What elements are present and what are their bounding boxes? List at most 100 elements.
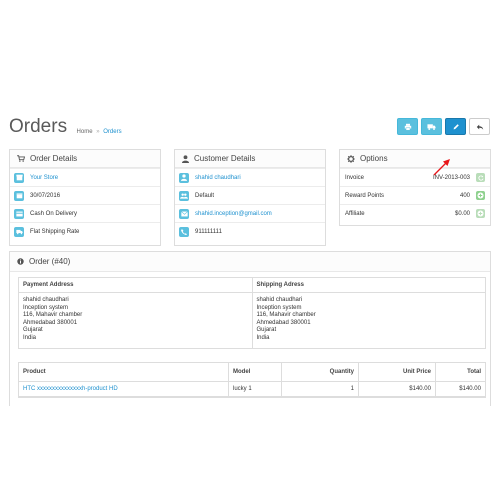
envelope-icon (179, 208, 189, 219)
product-unit-price: $140.00 (359, 382, 436, 396)
column-total: Total (467, 369, 481, 375)
shipping-address: shahid chaudhari Inception system 116, M… (253, 293, 486, 348)
customer-group: Default (195, 192, 215, 199)
address-line: shahid chaudhari (256, 297, 303, 303)
generate-invoice-button[interactable] (476, 173, 485, 182)
address-line: Ahmedabad 380001 (256, 319, 311, 326)
phone-row: 911111111 (175, 222, 325, 240)
store-row: Your Store (10, 168, 160, 186)
edit-button[interactable] (445, 118, 466, 135)
breadcrumb-home[interactable]: Home (77, 129, 93, 135)
payment-method: Cash On Delivery (30, 210, 78, 217)
user-icon (179, 172, 189, 183)
gear-icon (347, 154, 355, 163)
email-row: shahid.inception@gmail.com (175, 204, 325, 222)
shopping-cart-icon (17, 155, 25, 162)
page-header: Orders Home » Orders (9, 116, 122, 140)
product-link[interactable]: HTC xxxxxxxxxxxxxxxh-product HD (23, 386, 118, 392)
payment-address: shahid chaudhari Inception system 116, M… (19, 293, 253, 348)
store-link[interactable]: Your Store (30, 175, 58, 181)
address-table: Payment Address Shipping Adress shahid c… (18, 277, 486, 349)
reply-icon (476, 124, 483, 130)
header-toolbar (397, 118, 490, 135)
product-total: $140.00 (459, 386, 481, 392)
address-line: Inception system (23, 304, 69, 311)
address-table-body: shahid chaudhari Inception system 116, M… (19, 293, 485, 348)
order-title: Order (#40) (29, 257, 71, 266)
address-line: 116, Mahavir chamber (23, 312, 83, 318)
shipping-method-row: Flat Shipping Rate (10, 222, 160, 240)
customer-name-link[interactable]: shahid chaudhari (195, 175, 241, 181)
shipping-method: Flat Shipping Rate (30, 228, 80, 235)
order-details-title: Order Details (30, 154, 78, 163)
breadcrumb: Home » Orders (77, 129, 122, 135)
date-added: 30/07/2016 (30, 192, 61, 199)
date-row: 30/07/2016 (10, 186, 160, 204)
credit-card-icon (14, 208, 24, 219)
address-line: Inception system (256, 304, 302, 311)
customer-phone: 911111111 (195, 228, 222, 235)
column-model: Model (229, 363, 282, 381)
address-line: Gujarat (23, 327, 43, 333)
address-line: Ahmedabad 380001 (23, 319, 78, 326)
product-quantity: 1 (282, 382, 359, 396)
customer-details-title: Customer Details (194, 154, 256, 163)
address-line: India (256, 334, 270, 341)
payment-address-heading: Payment Address (19, 278, 253, 292)
affiliate-label: Affiliate (345, 210, 365, 217)
reward-points-row: Reward Points 400 (340, 186, 490, 204)
order-details-panel: Order Details Your Store 30/07/2016 Cash… (9, 149, 161, 246)
phone-icon (179, 226, 189, 237)
annotation-arrow (433, 159, 450, 176)
truck-icon (427, 123, 436, 130)
store-icon (14, 172, 24, 183)
address-line: Gujarat (256, 327, 277, 333)
options-panel: Options Invoice INV-2013-003 Reward Poin… (339, 149, 491, 226)
plus-circle-icon (477, 210, 484, 217)
user-icon (182, 154, 189, 163)
address-line: 116, Mahavir chamber (256, 312, 316, 318)
print-icon (404, 123, 411, 130)
options-heading: Options (340, 150, 490, 168)
calendar-icon (14, 190, 24, 201)
invoice-row: Invoice INV-2013-003 (340, 168, 490, 186)
page-title: Orders (9, 116, 68, 137)
plus-circle-icon (477, 192, 484, 199)
address-line: shahid chaudhari (23, 297, 69, 303)
order-info-page: Orders Home » Orders Order Details Your … (0, 106, 500, 406)
order-panel: Order (#40) Payment Address Shipping Adr… (9, 251, 491, 406)
customer-name-row: shahid chaudhari (175, 168, 325, 186)
breadcrumb-separator: » (96, 129, 100, 135)
column-product: Product (19, 363, 229, 381)
refresh-icon (477, 174, 484, 181)
address-line: India (23, 334, 37, 341)
column-unit-price: Unit Price (359, 363, 436, 381)
address-table-header: Payment Address Shipping Adress (19, 278, 485, 293)
truck-icon (14, 226, 24, 237)
print-invoice-button[interactable] (397, 118, 418, 135)
product-name: HTC xxxxxxxxxxxxxxxh-product HD (19, 382, 229, 396)
customer-details-panel: Customer Details shahid chaudhari Defaul… (174, 149, 326, 246)
payment-method-row: Cash On Delivery (10, 204, 160, 222)
breadcrumb-orders[interactable]: Orders (103, 129, 121, 135)
customer-email-link[interactable]: shahid.inception@gmail.com (195, 211, 272, 217)
shipping-address-heading: Shipping Adress (256, 282, 304, 288)
order-details-heading: Order Details (10, 150, 160, 168)
reward-points-value: 400 (459, 192, 470, 199)
pencil-icon (453, 123, 459, 129)
group-icon (179, 190, 189, 201)
info-circle-icon (17, 258, 24, 265)
print-shipping-button[interactable] (421, 118, 442, 135)
add-commission-button[interactable] (476, 209, 485, 218)
column-quantity: Quantity (282, 363, 359, 381)
cancel-button[interactable] (469, 118, 490, 135)
affiliate-row: Affiliate $0.00 (340, 204, 490, 222)
add-reward-button[interactable] (476, 191, 485, 200)
product-table-header: Product Model Quantity Unit Price Total (19, 363, 485, 382)
product-model: lucky 1 (229, 382, 282, 396)
invoice-label: Invoice (345, 174, 365, 181)
options-title: Options (360, 154, 388, 163)
customer-details-heading: Customer Details (175, 150, 325, 168)
product-table: Product Model Quantity Unit Price Total … (18, 362, 486, 398)
order-heading: Order (#40) (10, 252, 490, 272)
